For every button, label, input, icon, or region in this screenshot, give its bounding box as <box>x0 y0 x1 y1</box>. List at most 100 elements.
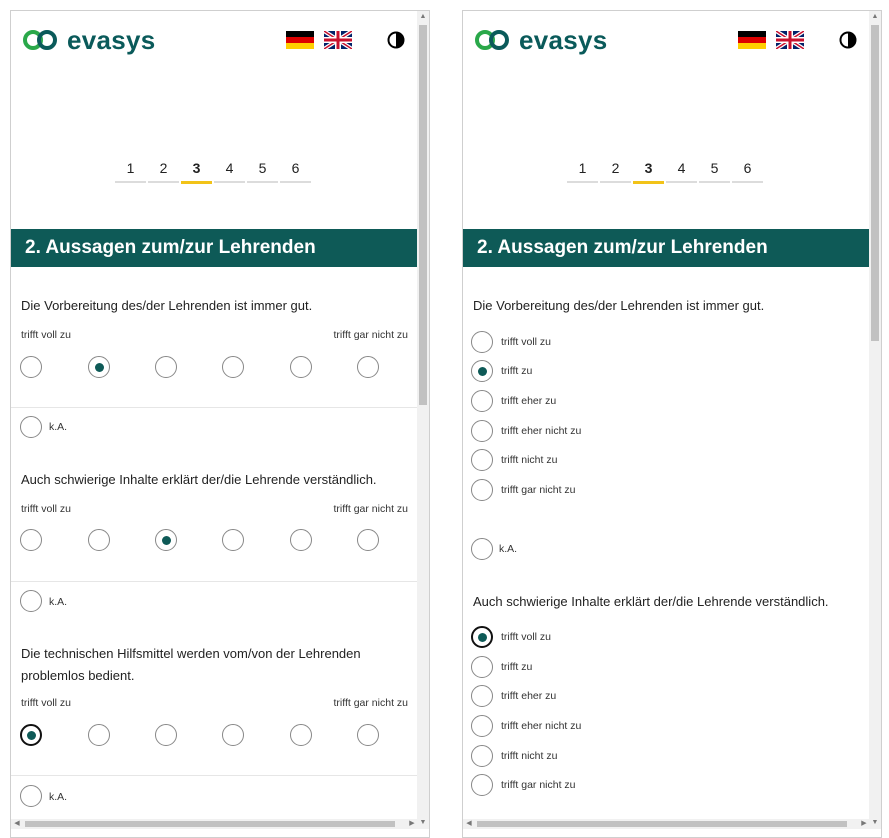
q1-option-row[interactable]: trifft eher zu <box>471 389 556 413</box>
scroll-down-arrow-icon[interactable]: ▼ <box>869 817 881 829</box>
step-5[interactable]: 5 <box>246 159 279 184</box>
logo-text: evasys <box>519 25 608 55</box>
q2-option-3-radio[interactable] <box>155 529 177 551</box>
scrollbar-thumb[interactable] <box>419 25 427 405</box>
question-text: Auch schwierige Inhalte erklärt der/die … <box>21 472 377 487</box>
q2-option-3-radio[interactable] <box>471 685 493 707</box>
q1-option-1-radio[interactable] <box>471 331 493 353</box>
q2-option-5-radio[interactable] <box>471 745 493 767</box>
scrollbar-thumb[interactable] <box>871 25 879 341</box>
step-3[interactable]: 3 <box>632 159 665 184</box>
q2-option-row[interactable]: trifft eher zu <box>471 684 556 708</box>
survey-window-desktop: evasys 1 2 3 4 5 6 2. Aussagen zum/zur L… <box>10 10 430 838</box>
scrollbar-thumb[interactable] <box>25 821 395 827</box>
q2-option-2-radio[interactable] <box>88 529 110 551</box>
q1-na-radio[interactable] <box>471 538 493 560</box>
q2-option-row[interactable]: trifft gar nicht zu <box>471 773 576 797</box>
q2-option-row[interactable]: trifft voll zu <box>471 625 551 649</box>
horizontal-scrollbar[interactable]: ◀ ▶ <box>11 819 418 829</box>
step-6[interactable]: 6 <box>731 159 764 184</box>
step-2[interactable]: 2 <box>147 159 180 184</box>
survey-window-mobile: evasys 1 2 3 4 5 6 2. Aussagen zum/zur L… <box>462 10 882 838</box>
german-flag-icon[interactable] <box>286 31 314 49</box>
q1-option-3-radio[interactable] <box>155 356 177 378</box>
q1-option-2-radio[interactable] <box>88 356 110 378</box>
contrast-icon[interactable] <box>839 31 857 49</box>
q1-option-1-radio[interactable] <box>20 356 42 378</box>
divider <box>11 407 418 408</box>
german-flag-icon[interactable] <box>738 31 766 49</box>
scrollbar-thumb[interactable] <box>477 821 847 827</box>
contrast-icon[interactable] <box>387 31 405 49</box>
scroll-down-arrow-icon[interactable]: ▼ <box>417 817 429 829</box>
q2-option-5-radio[interactable] <box>290 529 312 551</box>
q1-option-6-radio[interactable] <box>471 479 493 501</box>
q1-option-row[interactable]: trifft voll zu <box>471 330 551 354</box>
vertical-scrollbar[interactable]: ▲ ▼ <box>869 11 881 829</box>
q3-na-radio[interactable] <box>20 785 42 807</box>
q3-option-1-radio[interactable] <box>20 724 42 746</box>
step-1[interactable]: 1 <box>114 159 147 184</box>
q1-option-3-radio[interactable] <box>471 390 493 412</box>
step-4[interactable]: 4 <box>213 159 246 184</box>
q2-option-1-radio[interactable] <box>471 626 493 648</box>
uk-flag-icon[interactable] <box>776 31 804 49</box>
na-label: k.A. <box>49 791 68 803</box>
horizontal-scrollbar[interactable]: ◀ ▶ <box>463 819 870 829</box>
step-4[interactable]: 4 <box>665 159 698 184</box>
q1-option-row[interactable]: trifft gar nicht zu <box>471 478 576 502</box>
scale-left-label: trifft voll zu <box>21 329 71 341</box>
q2-na-radio[interactable] <box>20 590 42 612</box>
q2-option-1-radio[interactable] <box>20 529 42 551</box>
q1-option-2-radio[interactable] <box>471 360 493 382</box>
step-6[interactable]: 6 <box>279 159 312 184</box>
scale-right-label: trifft gar nicht zu <box>333 697 408 709</box>
question-text: Die Vorbereitung des/der Lehrenden ist i… <box>473 298 765 313</box>
step-5[interactable]: 5 <box>698 159 731 184</box>
q2-option-row[interactable]: trifft eher nicht zu <box>471 714 581 738</box>
question-text: Die technischen Hilfsmittel werden vom/v… <box>21 646 361 683</box>
scale-right-label: trifft gar nicht zu <box>333 503 408 515</box>
scale-right-label: trifft gar nicht zu <box>333 329 408 341</box>
q3-option-6-radio[interactable] <box>357 724 379 746</box>
vertical-scrollbar[interactable]: ▲ ▼ <box>417 11 429 829</box>
q1-option-4-radio[interactable] <box>222 356 244 378</box>
q1-option-6-radio[interactable] <box>357 356 379 378</box>
q2-option-row[interactable]: trifft zu <box>471 655 532 679</box>
question-text: Die Vorbereitung des/der Lehrenden ist i… <box>21 298 313 313</box>
survey-content: evasys 1 2 3 4 5 6 2. Aussagen zum/zur L… <box>11 11 418 829</box>
na-label: k.A. <box>49 421 68 433</box>
q1-option-row[interactable]: trifft zu <box>471 359 532 383</box>
q3-option-2-radio[interactable] <box>88 724 110 746</box>
step-1[interactable]: 1 <box>566 159 599 184</box>
q1-option-4-radio[interactable] <box>471 420 493 442</box>
q1-option-5-radio[interactable] <box>471 449 493 471</box>
q2-option-row[interactable]: trifft nicht zu <box>471 744 557 768</box>
q3-option-3-radio[interactable] <box>155 724 177 746</box>
scroll-left-arrow-icon[interactable]: ◀ <box>11 819 23 829</box>
scale-left-label: trifft voll zu <box>21 503 71 515</box>
na-label: k.A. <box>49 596 68 608</box>
q1-option-5-radio[interactable] <box>290 356 312 378</box>
q2-option-6-radio[interactable] <box>471 774 493 796</box>
scroll-up-arrow-icon[interactable]: ▲ <box>417 11 429 23</box>
q3-option-5-radio[interactable] <box>290 724 312 746</box>
scroll-up-arrow-icon[interactable]: ▲ <box>869 11 881 23</box>
q1-option-row[interactable]: trifft eher nicht zu <box>471 419 581 443</box>
q2-option-4-radio[interactable] <box>471 715 493 737</box>
step-3[interactable]: 3 <box>180 159 213 184</box>
q1-na-row[interactable]: k.A. <box>471 537 517 561</box>
uk-flag-icon[interactable] <box>324 31 352 49</box>
q1-option-row[interactable]: trifft nicht zu <box>471 448 557 472</box>
evasys-logo-icon <box>23 30 57 50</box>
step-2[interactable]: 2 <box>599 159 632 184</box>
scroll-left-arrow-icon[interactable]: ◀ <box>463 819 475 829</box>
q3-option-4-radio[interactable] <box>222 724 244 746</box>
scale-left-label: trifft voll zu <box>21 697 71 709</box>
q1-na-radio[interactable] <box>20 416 42 438</box>
q2-option-6-radio[interactable] <box>357 529 379 551</box>
page-step-nav: 1 2 3 4 5 6 <box>114 159 312 184</box>
q2-option-2-radio[interactable] <box>471 656 493 678</box>
q2-option-4-radio[interactable] <box>222 529 244 551</box>
survey-content: evasys 1 2 3 4 5 6 2. Aussagen zum/zur L… <box>463 11 870 829</box>
